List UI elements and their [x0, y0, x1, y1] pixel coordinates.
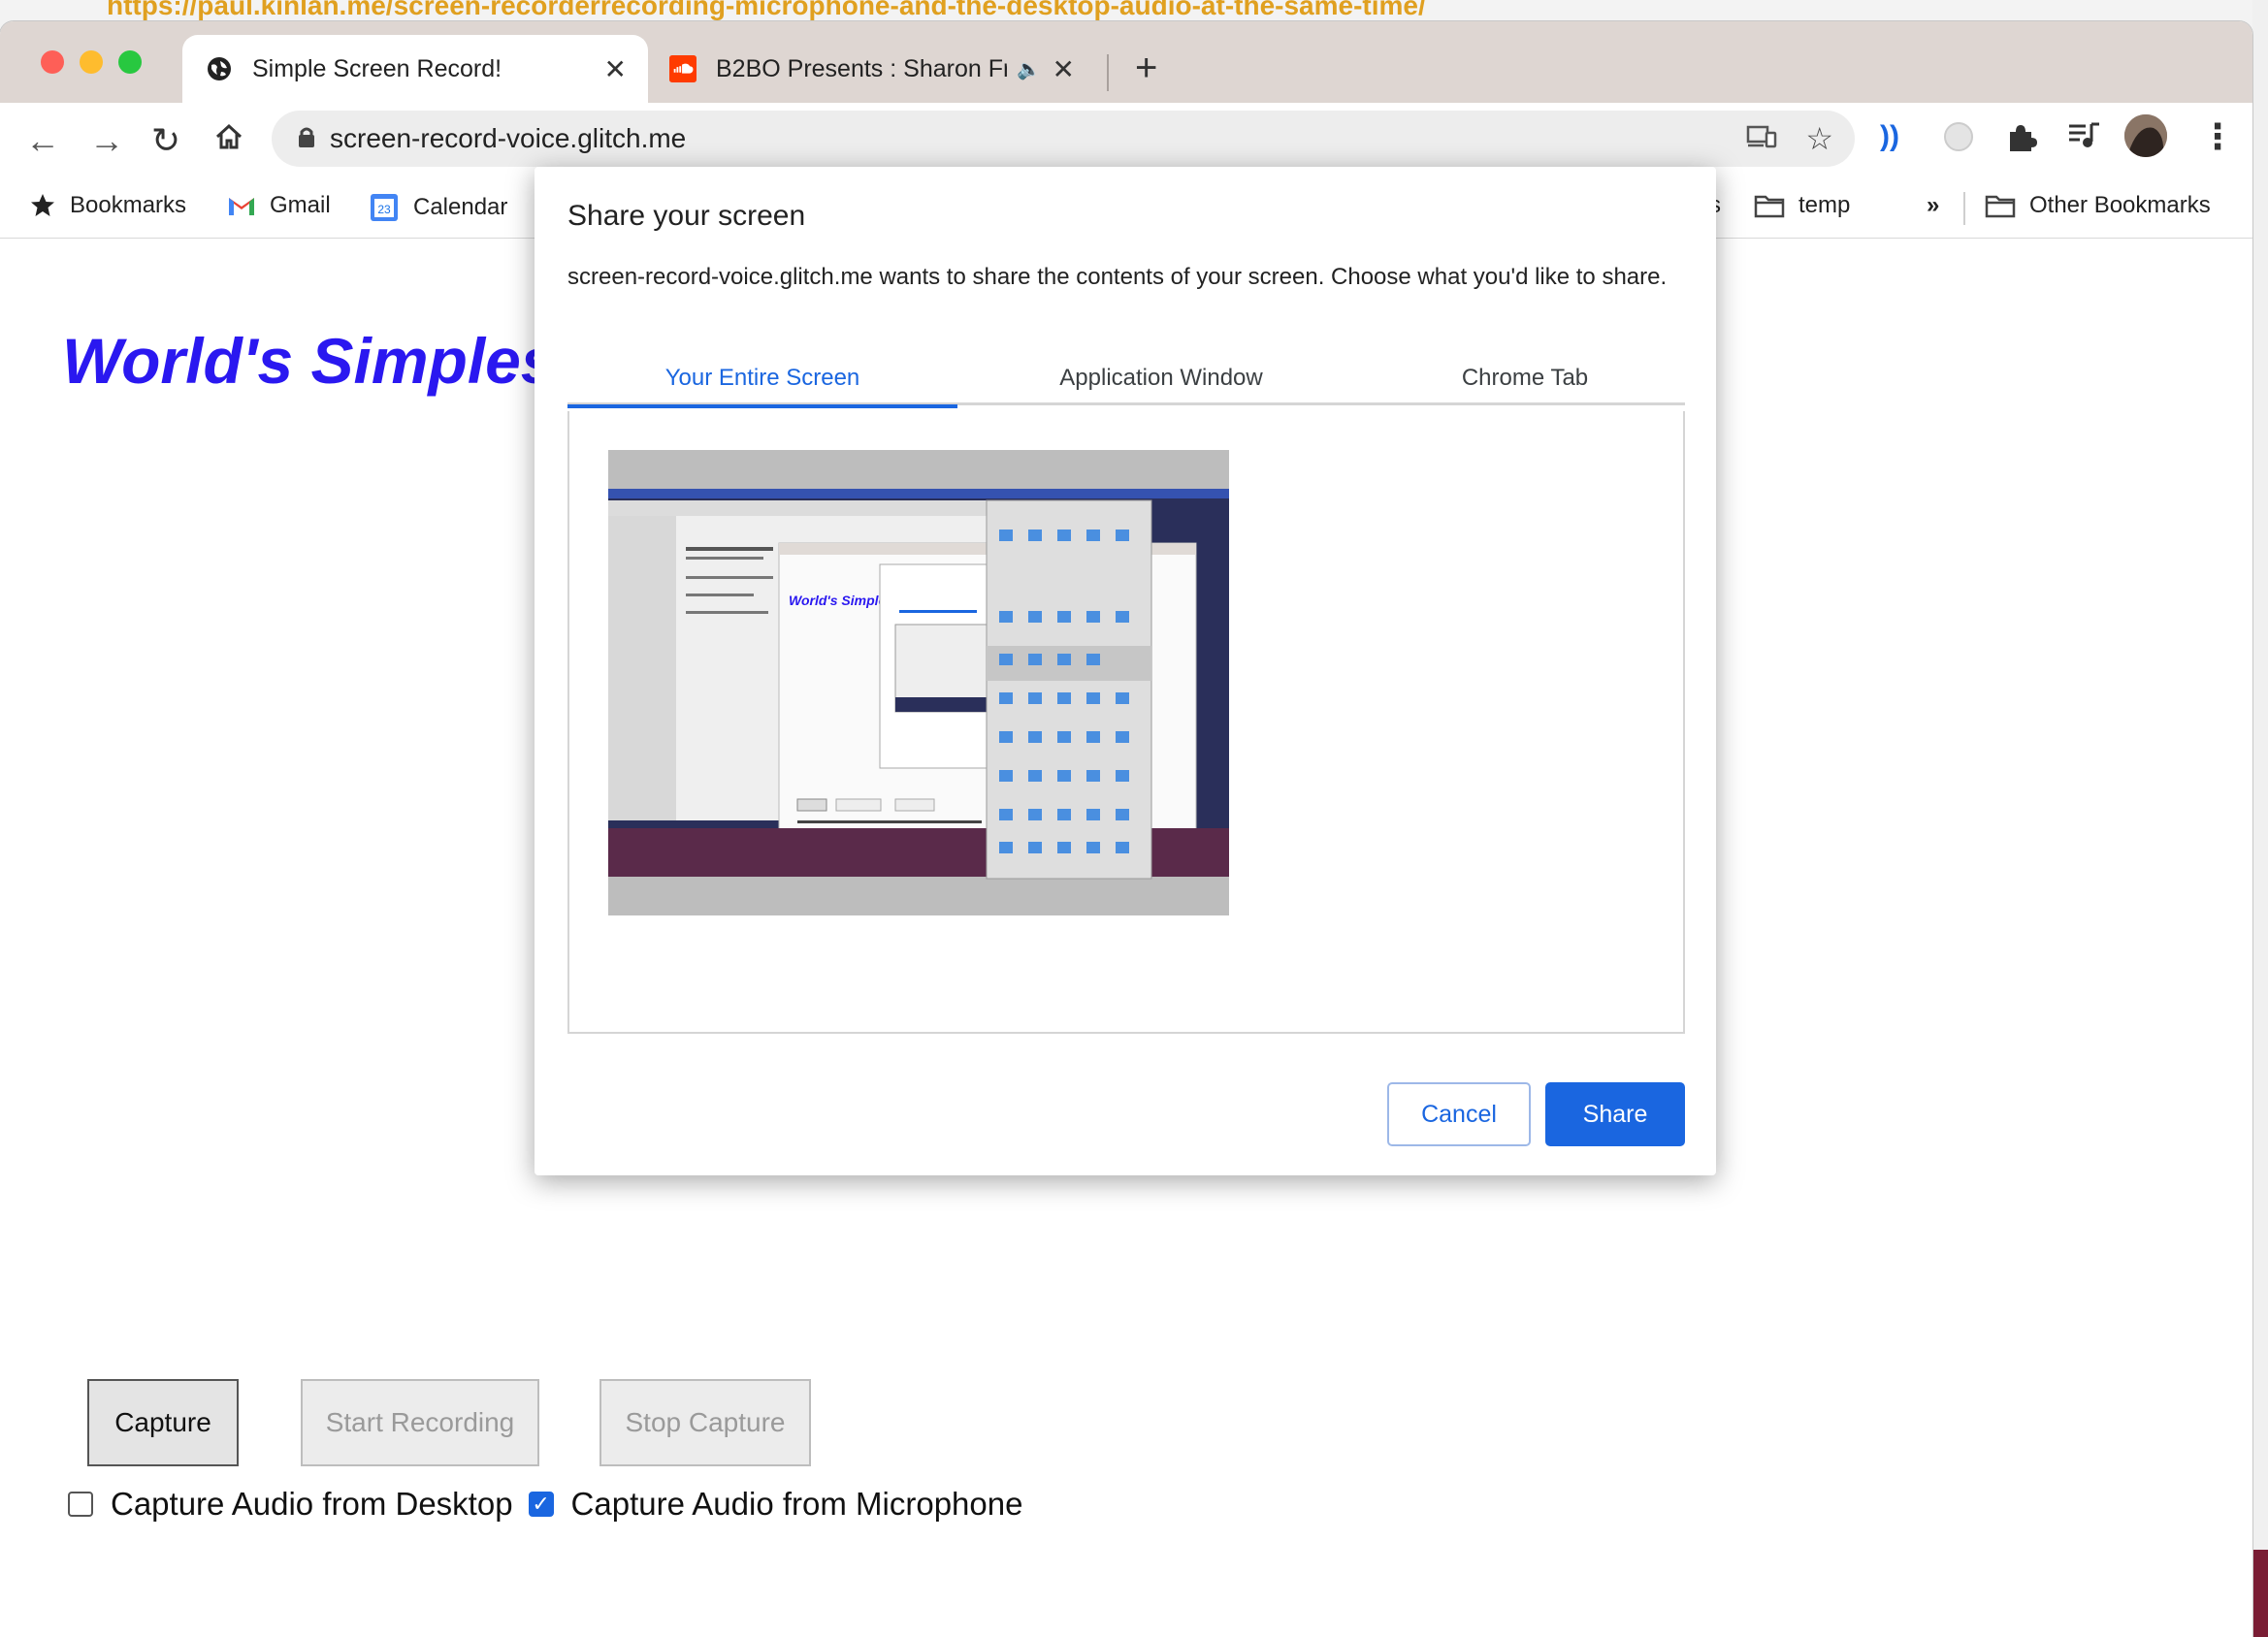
back-icon[interactable]: ←: [25, 120, 60, 161]
home-icon[interactable]: [213, 120, 244, 161]
desktop-wallpaper-edge: [2252, 1550, 2268, 1637]
menu-icon[interactable]: ⋮: [2200, 116, 2235, 157]
bookmark-label: Gmail: [270, 192, 331, 218]
stop-capture-button[interactable]: Stop Capture: [599, 1379, 811, 1466]
microphone-audio-label: Capture Audio from Microphone: [570, 1486, 1023, 1522]
bookmark-label: temp: [1798, 192, 1851, 218]
close-icon[interactable]: ✕: [604, 53, 627, 85]
tab-b2bo-presents[interactable]: B2BO Presents : Sharon Fr 🔈 ✕: [660, 35, 1096, 103]
new-tab-button[interactable]: +: [1135, 47, 1157, 90]
tab-simple-screen-record[interactable]: Simple Screen Record! ✕: [182, 35, 648, 103]
reload-icon[interactable]: ↻: [151, 120, 180, 161]
screen-preview-graphic: World's Simples: [608, 489, 1229, 880]
tab-title: Simple Screen Record!: [252, 54, 502, 82]
bookmark-calendar[interactable]: 23 Calendar: [369, 192, 507, 223]
close-window-button[interactable]: [41, 50, 64, 74]
zoom-window-button[interactable]: [118, 50, 142, 74]
star-icon: [29, 192, 56, 219]
bookmarks-overflow-chevron[interactable]: »: [1927, 192, 1939, 219]
bookmark-bookmarks[interactable]: Bookmarks: [29, 192, 186, 219]
thumb-heading: World's Simples: [789, 593, 893, 608]
speaker-icon[interactable]: 🔈: [1017, 57, 1041, 81]
address-text: screen-record-voice.glitch.me: [330, 123, 687, 153]
bookmark-label: Calendar: [413, 194, 508, 220]
share-source-panel: World's Simples: [567, 411, 1685, 1034]
tab-title: B2BO Presents : Sharon Fr: [716, 54, 1007, 82]
overflow-label: »: [1927, 192, 1940, 218]
dialog-description: screen-record-voice.glitch.me wants to s…: [567, 264, 1668, 290]
audio-options: Capture Audio from Desktop ✓ Capture Aud…: [68, 1486, 1022, 1523]
share-button[interactable]: Share: [1545, 1082, 1685, 1146]
folder-icon: [1754, 193, 1785, 218]
bookmarks-divider: [1963, 192, 1965, 225]
screen-thumbnail[interactable]: World's Simples: [608, 450, 1229, 915]
close-icon[interactable]: ✕: [1053, 53, 1075, 85]
lock-icon[interactable]: [297, 125, 316, 153]
tab-strip: Simple Screen Record! ✕ B2BO Presents : …: [0, 21, 2252, 103]
share-source-tabs: Your Entire Screen Application Window Ch…: [567, 351, 1685, 408]
bookmark-label: Other Bookmarks: [2029, 192, 2211, 218]
address-bar[interactable]: screen-record-voice.glitch.me ☆: [272, 111, 1855, 167]
tab-chrome-tab[interactable]: Chrome Tab: [1365, 351, 1685, 405]
star-icon[interactable]: ☆: [1805, 120, 1833, 157]
minimize-window-button[interactable]: [80, 50, 103, 74]
desktop-edge: [2252, 0, 2268, 1637]
start-recording-button[interactable]: Start Recording: [301, 1379, 539, 1466]
forward-icon[interactable]: →: [89, 120, 124, 161]
cast-icon[interactable]: [1746, 124, 1777, 154]
bookmark-other[interactable]: Other Bookmarks: [1985, 192, 2211, 219]
broadcast-icon[interactable]: )): [1880, 120, 1899, 153]
calendar-day: 23: [377, 203, 391, 216]
bookmark-label: Bookmarks: [70, 192, 187, 218]
share-screen-dialog: Share your screen screen-record-voice.gl…: [535, 167, 1716, 1175]
microphone-audio-checkbox[interactable]: ✓: [528, 1492, 554, 1517]
page-heading: World's Simples: [62, 325, 557, 397]
tab-application-window[interactable]: Application Window: [957, 351, 1365, 405]
puzzle-icon[interactable]: [2004, 120, 2037, 158]
globe-icon: [206, 55, 233, 82]
media-control-icon[interactable]: [2066, 118, 2101, 156]
desktop-audio-checkbox[interactable]: [68, 1492, 93, 1517]
folder-icon: [1985, 193, 2016, 218]
cancel-button[interactable]: Cancel: [1387, 1082, 1531, 1146]
dialog-title: Share your screen: [567, 200, 806, 232]
tab-entire-screen[interactable]: Your Entire Screen: [567, 351, 957, 408]
extension-icon[interactable]: [1944, 122, 1973, 151]
soundcloud-icon: [669, 55, 697, 82]
background-url-text: https://paul.kinlan.me/screen-recorderre…: [107, 0, 1426, 20]
capture-button[interactable]: Capture: [87, 1379, 239, 1466]
gmail-icon: [227, 194, 256, 217]
tab-separator: [1107, 54, 1109, 91]
bookmark-temp[interactable]: temp: [1754, 192, 1850, 219]
calendar-icon: 23: [369, 192, 400, 223]
avatar[interactable]: [2124, 114, 2167, 157]
desktop-audio-label: Capture Audio from Desktop: [111, 1486, 513, 1522]
bookmark-gmail[interactable]: Gmail: [227, 192, 331, 219]
